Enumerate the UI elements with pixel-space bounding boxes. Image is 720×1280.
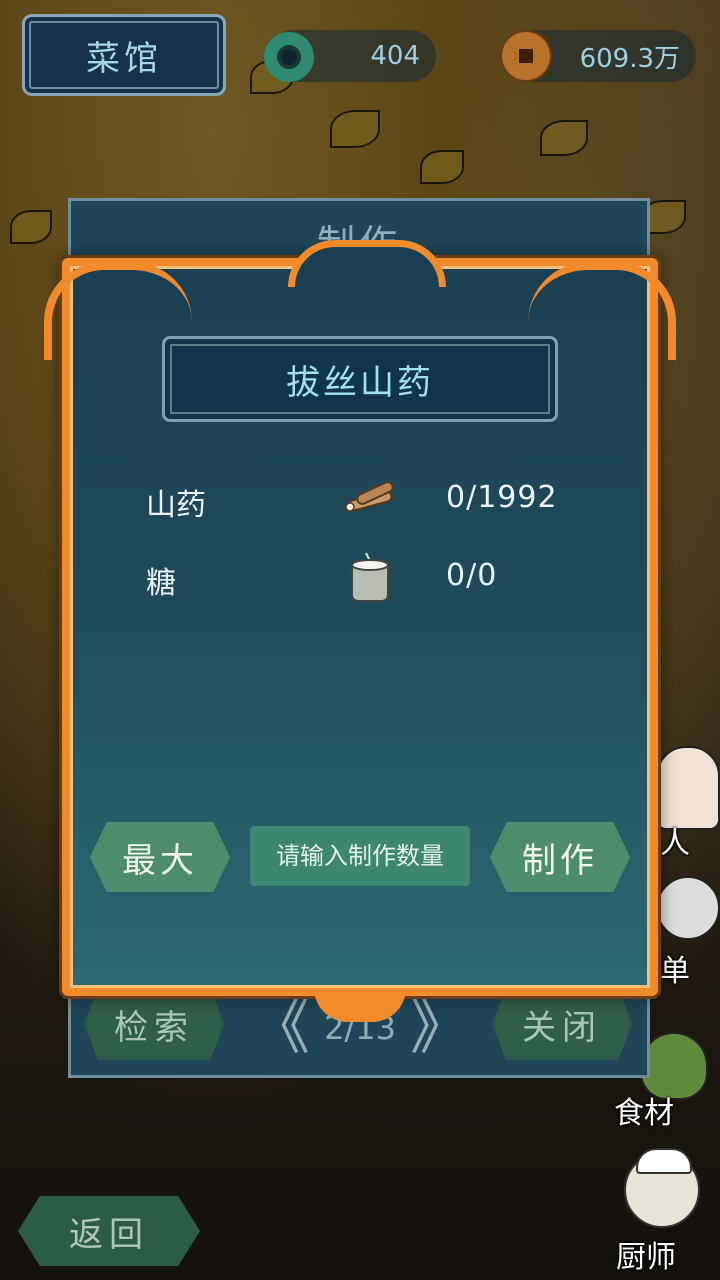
restaurant-title-button[interactable]: 菜馆: [22, 14, 226, 96]
menu-dish-icon[interactable]: [656, 876, 720, 940]
close-button-label: 关闭: [522, 1007, 602, 1048]
jade-amount: 404: [370, 41, 420, 71]
recipe-name-plate: 拔丝山药: [162, 336, 558, 422]
yam-icon: [345, 481, 394, 512]
search-button-label: 检索: [114, 1007, 194, 1048]
side-menu-label[interactable]: 单: [660, 946, 690, 990]
recipe-name: 拔丝山药: [286, 362, 434, 403]
jade-disc-icon: [264, 32, 314, 82]
ingredient-row: 山药 0/1992: [146, 474, 586, 524]
prev-page-icon[interactable]: 《: [250, 998, 310, 1058]
next-page-icon[interactable]: 》: [410, 998, 470, 1058]
coin-amount: 609.3万: [579, 43, 680, 74]
back-button-label: 返回: [69, 1214, 149, 1255]
ingredient-row: 糖 0/0: [146, 552, 586, 602]
ingredient-quantity: 0/0: [446, 558, 498, 593]
back-button[interactable]: 返回: [18, 1196, 200, 1266]
copper-coin-icon: [500, 30, 552, 82]
chef-avatar-icon[interactable]: [624, 1148, 700, 1228]
side-chef-label[interactable]: 厨师: [616, 1232, 676, 1276]
max-button-label: 最大: [122, 840, 198, 881]
quantity-input[interactable]: [250, 826, 470, 886]
ingredient-name: 山药: [146, 488, 206, 523]
frame-crest-ornament: [288, 240, 446, 287]
restaurant-title-label: 菜馆: [86, 38, 162, 79]
make-button-label: 制作: [522, 840, 598, 881]
side-people-label[interactable]: 人: [660, 818, 690, 862]
ingredient-quantity: 0/1992: [446, 480, 558, 515]
close-button[interactable]: 关闭: [492, 988, 632, 1060]
max-quantity-button[interactable]: 最大: [90, 822, 230, 892]
ingredient-name: 糖: [146, 566, 176, 601]
side-ingredients-label[interactable]: 食材: [614, 1088, 674, 1132]
sugar-pot-icon: [351, 552, 389, 602]
search-button[interactable]: 检索: [84, 988, 224, 1060]
make-button[interactable]: 制作: [490, 822, 630, 892]
